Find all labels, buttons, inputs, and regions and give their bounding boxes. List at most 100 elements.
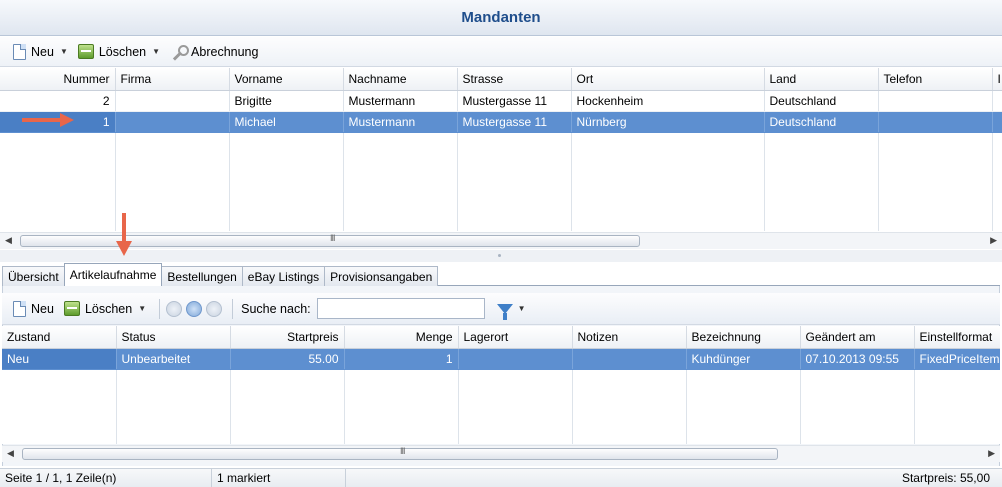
back-icon[interactable] bbox=[166, 300, 183, 317]
column-header-telefon[interactable]: Telefon bbox=[878, 68, 993, 91]
chevron-down-icon[interactable]: ▼ bbox=[518, 304, 526, 313]
scroll-right-icon[interactable]: ▶ bbox=[990, 235, 997, 246]
cell-einstellformat: FixedPriceItem bbox=[914, 348, 1000, 370]
column-header-more[interactable]: I bbox=[992, 68, 1002, 91]
annotation-arrow-right bbox=[22, 113, 74, 127]
panel-splitter[interactable] bbox=[0, 250, 1002, 262]
article-new-button[interactable]: Neu bbox=[10, 298, 57, 320]
chevron-down-icon[interactable]: ▼ bbox=[60, 47, 68, 56]
cell-ort: Hockenheim bbox=[571, 90, 765, 112]
column-header-nummer[interactable]: Nummer bbox=[0, 68, 116, 91]
cell-telefon bbox=[878, 111, 993, 133]
billing-button[interactable]: Abrechnung bbox=[167, 41, 261, 63]
cell-status: Unbearbeitet bbox=[116, 348, 231, 370]
cell-extra bbox=[992, 90, 1002, 112]
window-title: Mandanten bbox=[461, 9, 541, 26]
splitter-grip bbox=[498, 254, 501, 257]
toolbar-separator bbox=[159, 298, 161, 319]
new-button[interactable]: Neu ▼ bbox=[10, 41, 71, 63]
cell-notizen bbox=[572, 348, 687, 370]
tab-artikelaufnahme[interactable]: Artikelaufnahme bbox=[63, 263, 163, 286]
empty-row bbox=[2, 390, 1000, 411]
column-header-lagerort[interactable]: Lagerort bbox=[458, 326, 573, 349]
main-toolbar: Neu ▼ Löschen ▼ Abrechnung bbox=[0, 37, 1002, 67]
horizontal-scrollbar[interactable]: ◀ III ▶ bbox=[0, 232, 1002, 249]
article-delete-button[interactable]: Löschen ▼ bbox=[61, 298, 149, 320]
column-header-notizen[interactable]: Notizen bbox=[572, 326, 687, 349]
grid-header-row: Zustand Status Startpreis Menge Lagerort… bbox=[2, 326, 1000, 349]
table-row-selected[interactable]: 1 Michael Mustermann Mustergasse 11 Nürn… bbox=[0, 111, 1002, 133]
column-header-zustand[interactable]: Zustand bbox=[2, 326, 117, 349]
cell-vorname: Michael bbox=[229, 111, 344, 133]
column-header-menge[interactable]: Menge bbox=[344, 326, 459, 349]
mandanten-grid[interactable]: Nummer Firma Vorname Nachname Strasse Or… bbox=[0, 68, 1002, 231]
cell-vorname: Brigitte bbox=[229, 90, 344, 112]
filter-button[interactable]: ▼ bbox=[496, 303, 526, 320]
article-horizontal-scrollbar[interactable]: ◀ III ▶ bbox=[2, 445, 1000, 462]
cell-bezeichnung: Kuhdünger bbox=[686, 348, 801, 370]
article-toolbar: Neu Löschen ▼ Suche nach: ▼ bbox=[2, 293, 1000, 325]
cell-nummer: 2 bbox=[0, 90, 116, 112]
empty-row bbox=[2, 369, 1000, 390]
tab-bestellungen[interactable]: Bestellungen bbox=[161, 266, 243, 286]
empty-row bbox=[0, 153, 1002, 174]
delete-button-label: Löschen bbox=[98, 44, 147, 59]
scroll-thumb[interactable]: III bbox=[22, 446, 778, 460]
scroll-right-icon[interactable]: ▶ bbox=[988, 448, 995, 459]
article-delete-label: Löschen bbox=[84, 301, 133, 316]
column-header-einstellformat[interactable]: Einstellformat bbox=[914, 326, 1000, 349]
filter-icon bbox=[496, 303, 513, 320]
forward-icon[interactable] bbox=[206, 300, 223, 317]
scroll-grip: III bbox=[400, 446, 405, 456]
status-page: Seite 1 / 1, 1 Zeile(n) bbox=[0, 468, 212, 487]
column-header-strasse[interactable]: Strasse bbox=[457, 68, 572, 91]
new-button-label: Neu bbox=[31, 44, 54, 59]
empty-row bbox=[2, 411, 1000, 432]
tab-strip: Übersicht Artikelaufnahme Bestellungen e… bbox=[2, 263, 439, 286]
empty-row bbox=[2, 432, 1000, 444]
column-header-startpreis[interactable]: Startpreis bbox=[230, 326, 345, 349]
empty-row bbox=[0, 195, 1002, 216]
cell-geaendert-am: 07.10.2013 09:55 bbox=[800, 348, 915, 370]
scroll-left-icon[interactable]: ◀ bbox=[5, 235, 12, 246]
table-row-selected[interactable]: Neu Unbearbeitet 55.00 1 Kuhdünger 07.10… bbox=[2, 348, 1000, 370]
cell-nachname: Mustermann bbox=[343, 111, 458, 133]
delete-button[interactable]: Löschen ▼ bbox=[75, 41, 163, 63]
new-document-icon bbox=[13, 43, 26, 60]
article-new-label: Neu bbox=[31, 301, 54, 316]
cell-ort: Nürnberg bbox=[571, 111, 765, 133]
column-header-geaendert-am[interactable]: Geändert am bbox=[800, 326, 915, 349]
empty-row bbox=[0, 174, 1002, 195]
cell-zustand: Neu bbox=[2, 348, 117, 370]
scroll-thumb[interactable]: III bbox=[20, 233, 640, 247]
cell-land: Deutschland bbox=[764, 90, 879, 112]
cell-extra bbox=[992, 111, 1002, 133]
column-header-nachname[interactable]: Nachname bbox=[343, 68, 458, 91]
column-header-firma[interactable]: Firma bbox=[115, 68, 230, 91]
tab-ebay-listings[interactable]: eBay Listings bbox=[241, 266, 326, 286]
cell-firma bbox=[115, 90, 230, 112]
search-input[interactable] bbox=[316, 298, 485, 319]
billing-button-label: Abrechnung bbox=[191, 44, 259, 59]
column-header-vorname[interactable]: Vorname bbox=[229, 68, 344, 91]
window-titlebar: Mandanten bbox=[0, 0, 1002, 36]
delete-icon bbox=[63, 301, 80, 316]
search-label: Suche nach: bbox=[241, 301, 311, 316]
cell-menge: 1 bbox=[344, 348, 459, 370]
delete-icon bbox=[77, 44, 94, 59]
chevron-down-icon[interactable]: ▼ bbox=[138, 304, 146, 313]
status-marked: 1 markiert bbox=[212, 468, 346, 487]
cell-land: Deutschland bbox=[764, 111, 879, 133]
tab-uebersicht[interactable]: Übersicht bbox=[2, 266, 65, 286]
table-row[interactable]: 2 Brigitte Mustermann Mustergasse 11 Hoc… bbox=[0, 90, 1002, 112]
column-header-status[interactable]: Status bbox=[116, 326, 231, 349]
chevron-down-icon[interactable]: ▼ bbox=[152, 47, 160, 56]
column-header-ort[interactable]: Ort bbox=[571, 68, 765, 91]
column-header-land[interactable]: Land bbox=[764, 68, 879, 91]
annotation-arrow-down bbox=[116, 213, 132, 256]
article-grid[interactable]: Zustand Status Startpreis Menge Lagerort… bbox=[2, 326, 1000, 444]
refresh-icon[interactable] bbox=[186, 300, 203, 317]
tab-provisionsangaben[interactable]: Provisionsangaben bbox=[324, 266, 439, 286]
scroll-left-icon[interactable]: ◀ bbox=[7, 448, 14, 459]
column-header-bezeichnung[interactable]: Bezeichnung bbox=[686, 326, 801, 349]
